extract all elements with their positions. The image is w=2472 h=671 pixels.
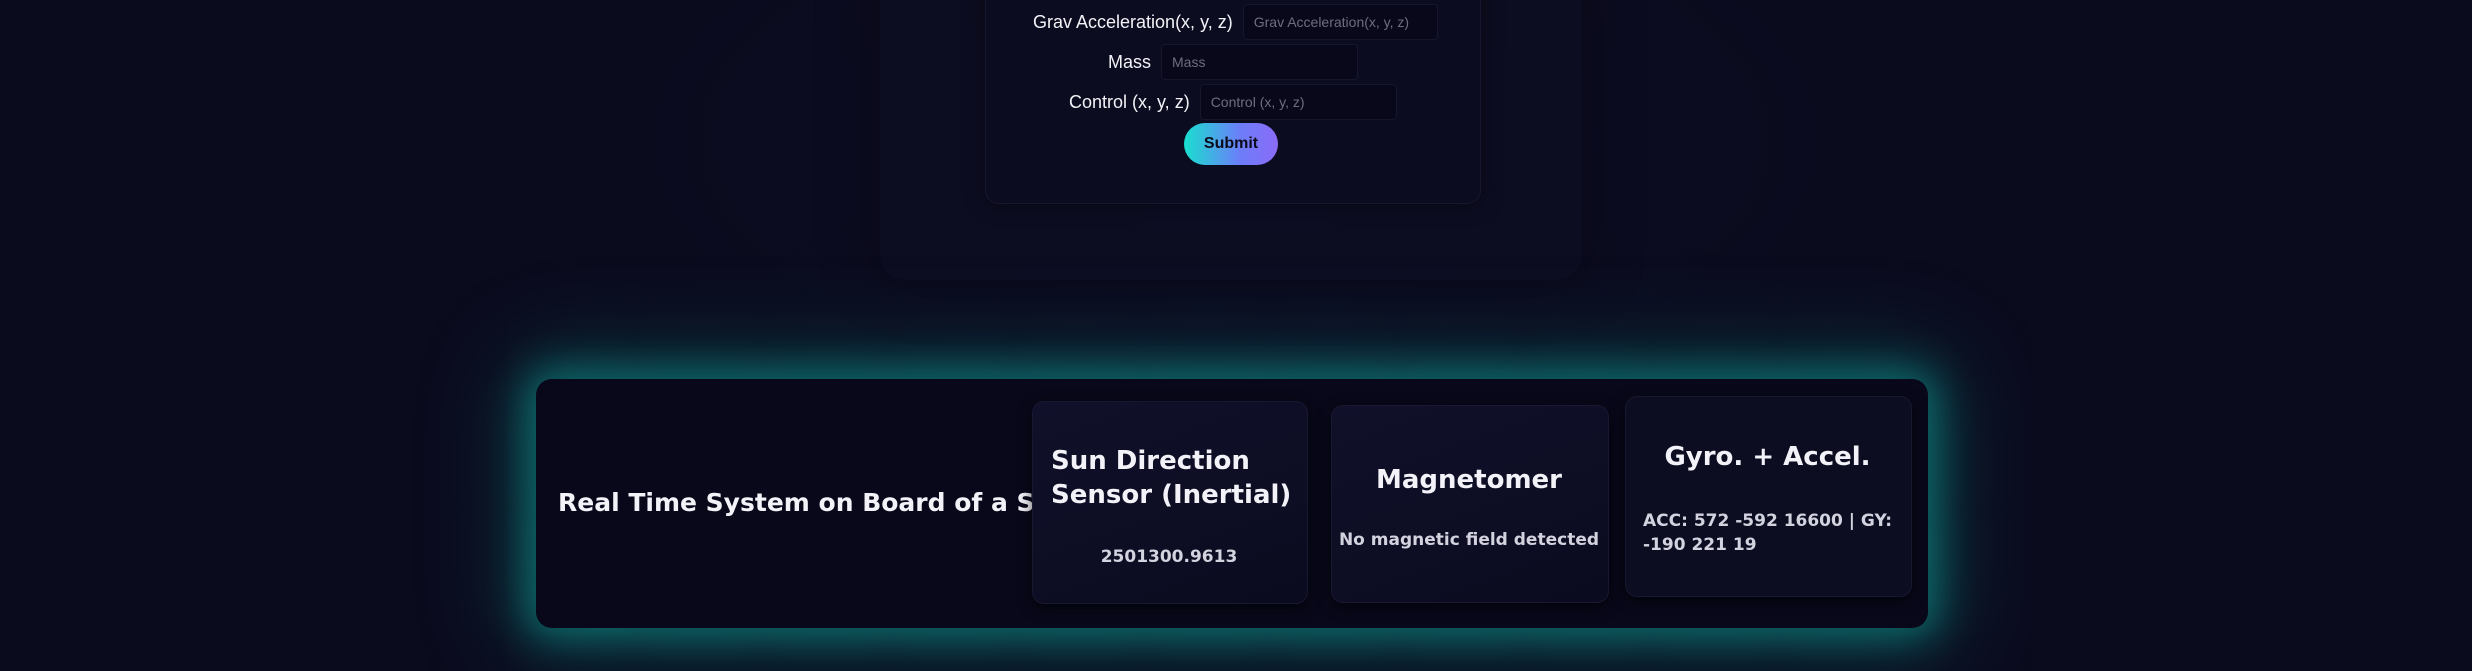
mass-input[interactable] xyxy=(1161,44,1359,80)
grav-acceleration-input[interactable] xyxy=(1242,4,1438,40)
gyro-accel-value: ACC: 572 -592 16600 | GY: -190 221 19 xyxy=(1643,511,1893,555)
mass-label: Mass xyxy=(1108,51,1152,72)
grav-acceleration-row: Grav Acceleration(x, y, z) xyxy=(1033,4,1438,40)
sun-sensor-heading: Sun Direction Sensor (Inertial) xyxy=(1051,446,1292,510)
magnetometer-card xyxy=(1331,405,1609,603)
page: Grav Acceleration(x, y, z) Mass Control … xyxy=(0,0,2472,671)
gyro-accel-heading: Gyro. + Accel. xyxy=(1664,442,1871,472)
magnetometer-heading: Magnetomer xyxy=(1375,465,1562,495)
control-row: Control (x, y, z) xyxy=(1069,84,1397,120)
submit-button[interactable]: Submit xyxy=(1184,123,1278,165)
grav-acceleration-label: Grav Acceleration(x, y, z) xyxy=(1033,11,1233,32)
mass-row: Mass xyxy=(1108,44,1359,80)
panel-title: Real Time System on Board of a S/C xyxy=(558,488,1063,517)
control-label: Control (x, y, z) xyxy=(1069,91,1190,112)
gyro-accel-card xyxy=(1625,396,1912,597)
sun-sensor-value: 2501300.9613 xyxy=(1100,547,1238,567)
magnetometer-value: No magnetic field detected xyxy=(1338,530,1600,550)
control-input[interactable] xyxy=(1199,84,1397,120)
